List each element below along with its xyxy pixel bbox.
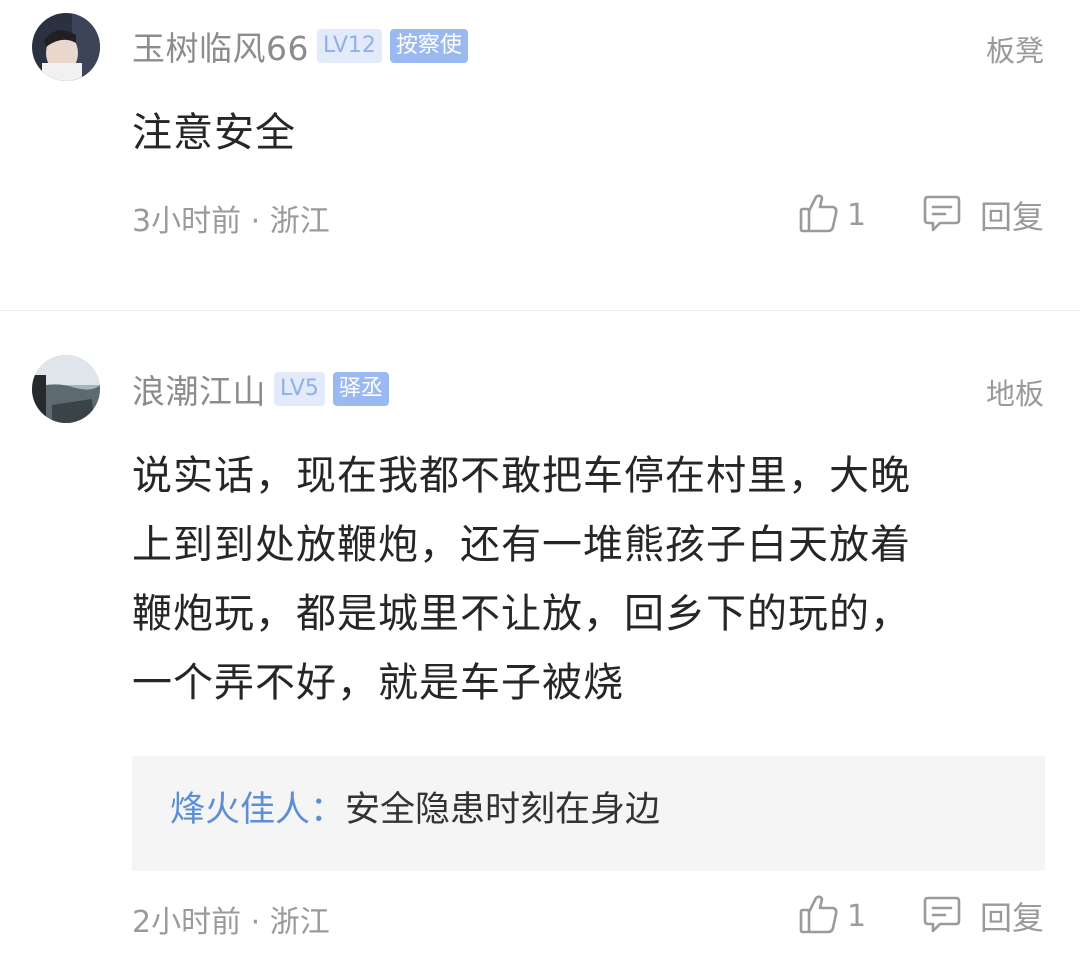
avatar[interactable] [32, 355, 100, 423]
reply-button[interactable]: 回复 [922, 891, 1044, 941]
like-count: 1 [847, 197, 867, 233]
title-badge: 驿丞 [332, 372, 389, 406]
comment-meta: 2小时前 · 浙江 [132, 905, 330, 940]
reply-label: 回复 [979, 198, 1044, 236]
like-button[interactable]: 1 [799, 190, 866, 240]
comment-item: 玉树临风66 LV12 按察使 板凳 注意安全 3小时前 · 浙江 1 回复 [0, 0, 1080, 310]
content-line: 上到到处放鞭炮，还有一堆熊孩子白天放着 [132, 522, 911, 568]
floor-label: 板凳 [985, 34, 1044, 68]
reply-button[interactable]: 回复 [922, 190, 1044, 240]
sub-reply-text: 安全隐患时刻在身边 [345, 790, 661, 830]
username[interactable]: 浪潮江山 [132, 365, 266, 413]
comment-meta: 3小时前 · 浙江 [132, 204, 330, 239]
comment-content: 注意安全 [132, 110, 296, 156]
reply-label: 回复 [979, 899, 1044, 937]
sub-reply-author[interactable]: 烽火佳人 [170, 790, 310, 830]
comment-footer: 2小时前 · 浙江 1 回复 [132, 891, 1044, 941]
level-badge: LV5 [274, 372, 325, 406]
comment-item: 浪潮江山 LV5 驿丞 地板 说实话，现在我都不敢把车停在村里，大晚 上到到处放… [0, 311, 1080, 962]
like-count: 1 [847, 898, 867, 934]
thumbs-up-icon [799, 893, 839, 939]
title-badge: 按察使 [389, 29, 468, 63]
content-line: 一个弄不好，就是车子被烧 [132, 660, 624, 706]
avatar[interactable] [32, 13, 100, 81]
sub-reply: 烽火佳人：安全隐患时刻在身边 [170, 788, 660, 832]
level-badge: LV12 [317, 29, 382, 63]
comment-bubble-icon [922, 894, 962, 938]
floor-label: 地板 [985, 377, 1044, 411]
like-button[interactable]: 1 [799, 891, 866, 941]
comment-header: 玉树临风66 LV12 按察使 [132, 24, 476, 68]
comment-footer: 3小时前 · 浙江 1 回复 [132, 190, 1044, 240]
thumbs-up-icon [799, 192, 839, 238]
comment-content: 说实话，现在我都不敢把车停在村里，大晚 上到到处放鞭炮，还有一堆熊孩子白天放着 … [132, 442, 1012, 718]
comment-header: 浪潮江山 LV5 驿丞 [132, 367, 397, 411]
sub-reply-colon: ： [310, 790, 346, 830]
sub-reply-box[interactable]: 烽火佳人：安全隐患时刻在身边 [132, 756, 1045, 871]
content-line: 鞭炮玩，都是城里不让放，回乡下的玩的， [132, 591, 911, 637]
comment-bubble-icon [922, 193, 962, 237]
username[interactable]: 玉树临风66 [132, 22, 309, 70]
content-line: 说实话，现在我都不敢把车停在村里，大晚 [132, 453, 911, 499]
